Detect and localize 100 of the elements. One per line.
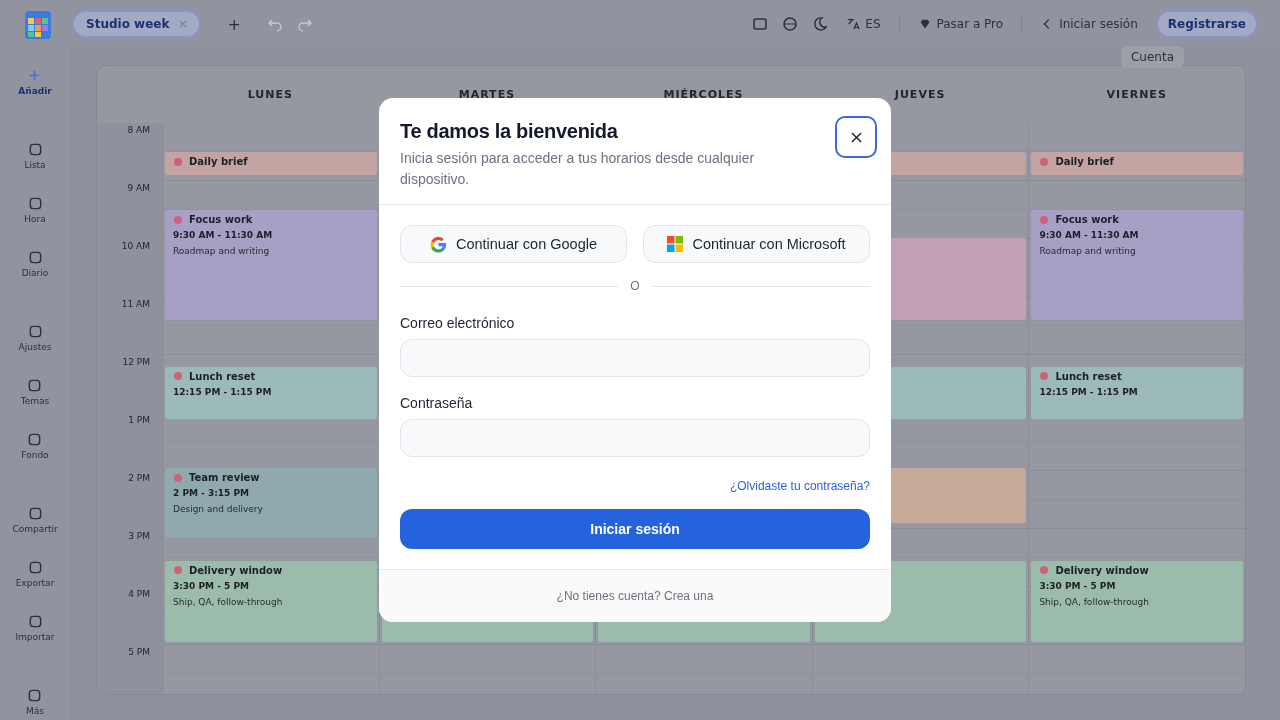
event-block[interactable]: Focus work 9:30 AM - 11:30 AM Roadmap and writing bbox=[165, 210, 377, 321]
time-label: 8 AM bbox=[127, 125, 150, 135]
event-time: 2 PM - 3:15 PM bbox=[173, 488, 251, 499]
event-title: Focus work bbox=[189, 214, 253, 225]
image-icon[interactable] bbox=[752, 16, 769, 32]
sign-in-button[interactable]: Iniciar sesión bbox=[400, 509, 870, 549]
sidebar-item[interactable]: Compartir bbox=[12, 504, 58, 546]
tooltip: Cuenta bbox=[1120, 46, 1184, 68]
event-icon bbox=[173, 214, 183, 225]
sidebar-item[interactable]: Lista bbox=[24, 140, 46, 182]
forgot-password-link[interactable]: ¿Olvidaste tu contraseña? bbox=[729, 479, 870, 493]
menu-item-icon bbox=[27, 142, 43, 157]
event-note: Design and delivery bbox=[173, 504, 264, 515]
event-time: 12:15 PM - 1:15 PM bbox=[173, 386, 273, 397]
event-title: Daily brief bbox=[1055, 156, 1114, 167]
event-title: Delivery window bbox=[189, 564, 283, 576]
day-header: JUEVES bbox=[893, 88, 947, 101]
event-note: Ship, QA, follow-through bbox=[1039, 596, 1150, 607]
event-icon bbox=[1039, 565, 1050, 576]
event-icon bbox=[1039, 156, 1050, 167]
day-header: MIÉRCOLES bbox=[662, 88, 745, 101]
menu-item-icon bbox=[27, 560, 43, 575]
event-block[interactable]: Lunch reset 12:15 PM - 1:15 PM bbox=[1031, 366, 1243, 419]
microsoft-logo-icon bbox=[667, 236, 684, 252]
register-button[interactable]: Registrarse bbox=[1155, 10, 1258, 38]
day-header: LUNES bbox=[246, 88, 294, 101]
calendar-logo-icon[interactable] bbox=[24, 8, 52, 40]
event-time: 3:30 PM - 5 PM bbox=[173, 580, 251, 591]
event-block[interactable]: Daily brief bbox=[1031, 152, 1243, 176]
event-icon bbox=[173, 156, 183, 167]
event-time: 9:30 AM - 11:30 AM bbox=[1039, 230, 1140, 240]
time-label: 9 AM bbox=[127, 183, 150, 193]
field-label: Correo electrónico bbox=[400, 315, 516, 331]
sign-in-button[interactable]: Iniciar sesión bbox=[1036, 15, 1142, 33]
event-block[interactable]: Delivery window 3:30 PM - 5 PM Ship, QA, follow-through bbox=[165, 560, 377, 643]
input-field[interactable] bbox=[400, 419, 870, 457]
translate-icon bbox=[846, 17, 861, 31]
menu-item-icon bbox=[27, 688, 43, 703]
sidebar-item[interactable]: Importar bbox=[15, 612, 55, 654]
redo-icon[interactable] bbox=[296, 16, 313, 32]
sidebar-item[interactable]: Más bbox=[26, 686, 44, 720]
event-block[interactable]: Daily brief bbox=[165, 152, 377, 176]
time-label: 5 PM bbox=[128, 647, 150, 657]
add-tab-button[interactable]: + bbox=[223, 12, 245, 36]
time-label: 3 PM bbox=[128, 531, 150, 541]
menu-item-icon bbox=[27, 196, 43, 211]
event-title: Lunch reset bbox=[1055, 370, 1122, 382]
tab-label: Studio week bbox=[86, 17, 170, 31]
schedule-tab[interactable]: Studio week bbox=[72, 10, 202, 38]
provider-button[interactable]: Continuar con Microsoft bbox=[643, 225, 870, 263]
event-title: Lunch reset bbox=[189, 370, 256, 382]
event-title: Focus work bbox=[1055, 214, 1119, 225]
time-label: 11 AM bbox=[121, 299, 150, 309]
globe-icon[interactable] bbox=[782, 16, 799, 32]
time-label: 4 PM bbox=[128, 589, 150, 599]
create-account-text[interactable]: ¿No tienes cuenta? Crea una bbox=[556, 589, 714, 603]
upgrade-button[interactable]: Pasar a Pro bbox=[913, 15, 1008, 33]
google-logo-icon bbox=[429, 235, 447, 253]
dialog-subtitle: Inicia sesión para acceder a tus horarios desde cualquier dispositivo. bbox=[400, 149, 756, 189]
event-icon bbox=[173, 565, 183, 576]
event-title: Delivery window bbox=[1055, 564, 1149, 576]
language-button[interactable]: ES bbox=[842, 15, 885, 33]
event-block[interactable]: Lunch reset 12:15 PM - 1:15 PM bbox=[165, 366, 377, 419]
time-label: 1 PM bbox=[128, 415, 150, 425]
close-icon bbox=[850, 131, 862, 143]
menu-item-icon bbox=[27, 614, 43, 629]
event-block[interactable]: Team review 2 PM - 3:15 PM Design and delivery bbox=[165, 468, 377, 538]
event-title: Daily brief bbox=[189, 156, 248, 167]
moon-icon[interactable] bbox=[812, 16, 829, 32]
sidebar-item[interactable]: Diario bbox=[21, 248, 49, 290]
sidebar-item[interactable]: Hora bbox=[24, 194, 46, 236]
provider-button[interactable]: Continuar con Google bbox=[400, 225, 627, 263]
time-label: 10 AM bbox=[121, 241, 150, 251]
divider-label: O bbox=[630, 279, 640, 293]
event-time: 3:30 PM - 5 PM bbox=[1039, 580, 1117, 591]
event-icon bbox=[173, 371, 183, 382]
event-time: 12:15 PM - 1:15 PM bbox=[1039, 386, 1139, 397]
sidebar-item[interactable]: Añadir bbox=[18, 66, 52, 108]
sidebar-item[interactable]: Temas bbox=[20, 376, 50, 418]
menu-item-icon bbox=[27, 250, 43, 265]
event-title: Team review bbox=[189, 472, 260, 484]
event-icon bbox=[173, 472, 183, 483]
day-header: MARTES bbox=[457, 88, 517, 101]
close-icon[interactable] bbox=[179, 20, 188, 28]
sidebar-item[interactable]: Exportar bbox=[15, 558, 55, 600]
sidebar-item[interactable]: Ajustes bbox=[18, 322, 52, 364]
time-label: 12 PM bbox=[122, 357, 150, 367]
event-block[interactable]: Delivery window 3:30 PM - 5 PM Ship, QA, follow-through bbox=[1031, 560, 1243, 643]
sidebar-item[interactable]: Fondo bbox=[21, 430, 49, 472]
menu-item-icon bbox=[27, 324, 43, 339]
event-icon bbox=[1039, 371, 1050, 382]
close-button[interactable] bbox=[835, 116, 877, 158]
event-block[interactable]: Focus work 9:30 AM - 11:30 AM Roadmap and writing bbox=[1031, 210, 1243, 321]
input-field[interactable] bbox=[400, 339, 870, 377]
dialog-title: Te damos la bienvenida bbox=[400, 120, 619, 143]
undo-icon[interactable] bbox=[266, 16, 283, 32]
event-note: Roadmap and writing bbox=[173, 246, 271, 256]
event-note: Roadmap and writing bbox=[1039, 246, 1137, 256]
menu-item-icon bbox=[27, 506, 43, 521]
event-time: 9:30 AM - 11:30 AM bbox=[173, 230, 274, 240]
